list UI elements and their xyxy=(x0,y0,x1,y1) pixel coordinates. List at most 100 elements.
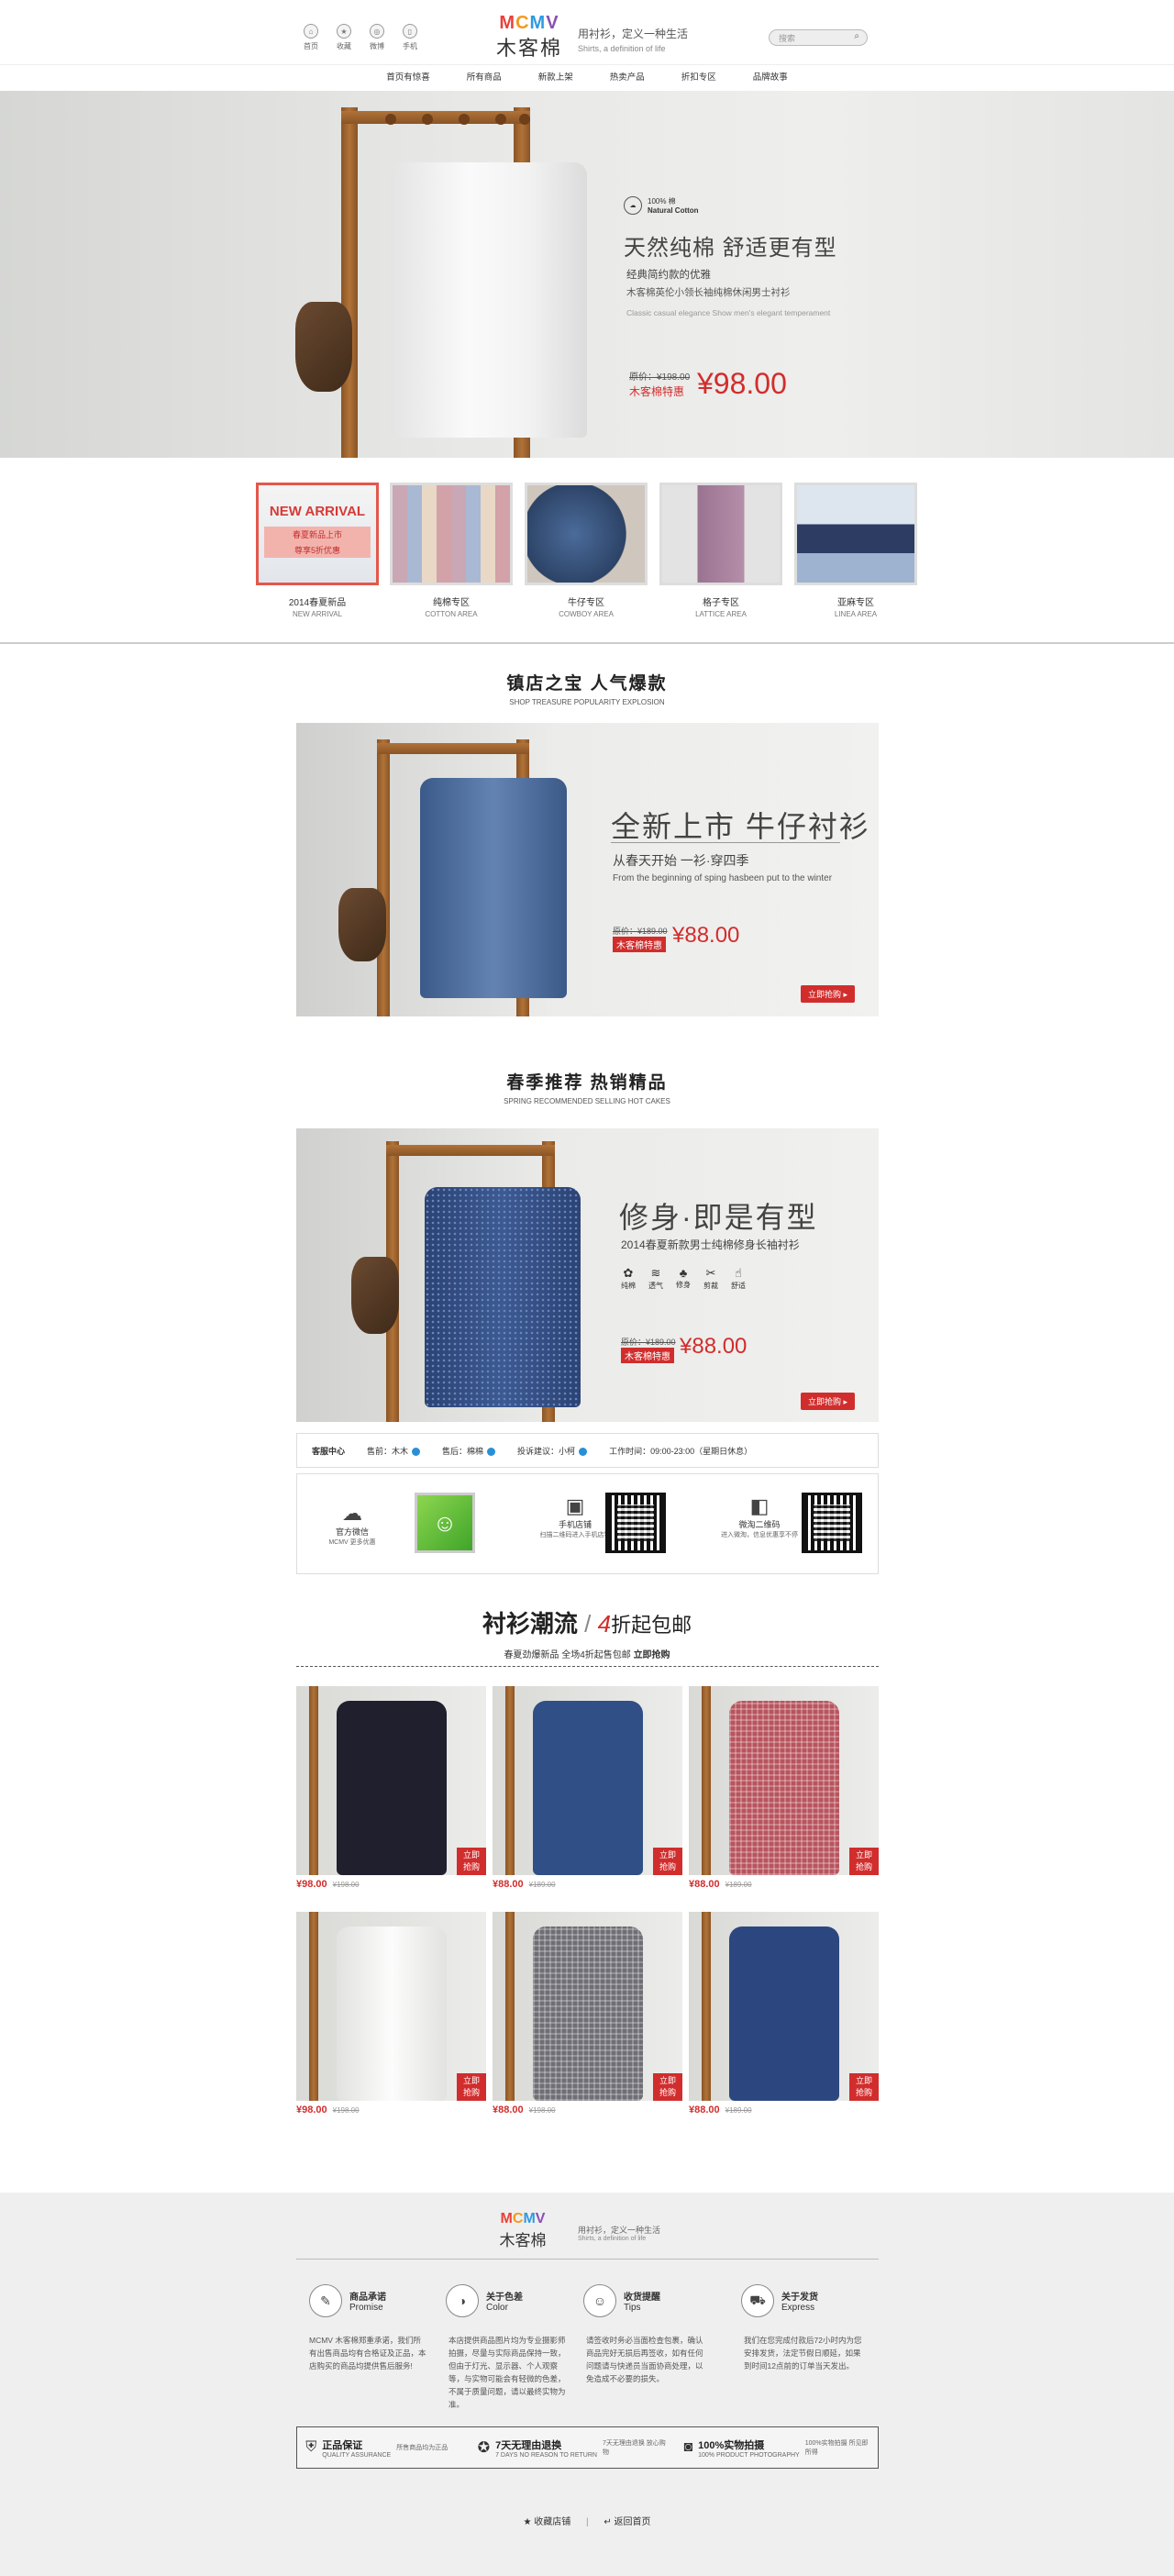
weibo-label: 微博 xyxy=(370,42,384,50)
product-card[interactable]: 立即 抢购 xyxy=(493,1686,682,1875)
top-icon-bar: ⌂ 首页 ★ 收藏 ◎ 微博 ▯ 手机 xyxy=(299,24,422,51)
category-label[interactable]: 纯棉专区 COTTON AREA xyxy=(390,594,513,618)
footer-logo[interactable]: MCMV 木客棉 xyxy=(477,2211,569,2250)
presale-text: 售前：木木 xyxy=(367,1446,409,1456)
service-label: 客服中心 xyxy=(312,1446,346,1456)
nav-item-home[interactable]: 首页有惊喜 xyxy=(368,65,449,90)
product-price: ¥88.00 ¥189.00 xyxy=(689,1879,752,1890)
product-card[interactable]: 立即 抢购 xyxy=(296,1912,486,2101)
feature-cut: ✂ 剪裁 xyxy=(703,1266,718,1291)
return-icon: ↵ xyxy=(604,2517,615,2527)
weitao-qr-code[interactable] xyxy=(802,1493,862,1553)
header-slogan: 用衬衫，定义一种生活 Shirts, a definition of life xyxy=(578,26,688,53)
product-card[interactable]: 立即 抢购 xyxy=(689,1686,879,1875)
tips-icon: ☺ xyxy=(583,2284,616,2317)
category-tile-cotton[interactable] xyxy=(390,483,513,585)
guarantee-title: 7天无理由退换 xyxy=(495,2439,562,2451)
product-buy-button[interactable]: 立即 抢购 xyxy=(457,2073,486,2101)
service-aftersale[interactable]: 售后：棉棉 xyxy=(442,1445,496,1457)
hero-title: 天然纯棉 舒适更有型 xyxy=(624,236,837,261)
product-original-price: ¥189.00 xyxy=(725,1881,752,1889)
footer-slogan: 用衬衫，定义一种生活 Shirts, a definition of life xyxy=(578,2224,660,2242)
nav-item-all[interactable]: 所有商品 xyxy=(449,65,520,90)
category-label[interactable]: 格子专区 LATTICE AREA xyxy=(659,594,782,618)
category-label[interactable]: 亚麻专区 LINEA AREA xyxy=(794,594,917,618)
promise-icon: ✎ xyxy=(309,2284,342,2317)
nav-item-hot[interactable]: 热卖产品 xyxy=(592,65,663,90)
banner2-buy-button[interactable]: 立即抢购 ▸ xyxy=(801,1393,856,1410)
nav-item-brand[interactable]: 品牌故事 xyxy=(735,65,806,90)
hero-banner[interactable]: ☁ 100% 棉 Natural Cotton 天然纯棉 舒适更有型 经典简约款的… xyxy=(0,91,1174,458)
mobile-shop-qr-code[interactable] xyxy=(605,1493,666,1553)
weibo-link[interactable]: ◎ 微博 xyxy=(365,24,389,51)
slim-banner[interactable]: 修身·即是有型 2014春夏新款男士纯棉修身长袖衬衫 ✿ 纯棉 ≋ 透气 ♣ 修身 ✂… xyxy=(296,1128,879,1422)
promo-sub-link[interactable]: 立即抢购 xyxy=(634,1650,670,1660)
category-tile-linen[interactable] xyxy=(794,483,917,585)
nav-item-new[interactable]: 新款上架 xyxy=(520,65,592,90)
home-icon: ⌂ xyxy=(304,24,318,39)
feature-label: 纯棉 xyxy=(621,1282,636,1290)
qr-subtitle: MCMV 更多优惠 xyxy=(328,1539,376,1546)
section-title-text: 镇店之宝 人气爆款 xyxy=(506,674,668,694)
chat-icon[interactable] xyxy=(412,1447,421,1456)
product-buy-button[interactable]: 立即 抢购 xyxy=(653,1848,682,1875)
guarantee-title-en: QUALITY ASSURANCE xyxy=(322,2451,392,2459)
category-label[interactable]: 2014春夏新品 NEW ARRIVAL xyxy=(256,594,379,618)
service-presale[interactable]: 售前：木木 xyxy=(367,1445,421,1457)
home-link[interactable]: ⌂ 首页 xyxy=(299,24,323,51)
search-placeholder: 搜索 xyxy=(779,34,796,43)
guarantee-photo: ◙ 100%实物拍摄 100% PRODUCT PHOTOGRAPHY 100%实物拍… xyxy=(683,2437,869,2459)
logo-text-cn: 木客棉 xyxy=(495,37,562,60)
rack-peg xyxy=(495,114,506,125)
section-title-text: 春季推荐 热销精品 xyxy=(506,1073,668,1093)
footer-feature-text: 本店提供商品图片均为专业摄影师拍摄，尽量与实际商品保持一致，但由于灯光、显示器、… xyxy=(449,2336,566,2409)
product-buy-button[interactable]: 立即 抢购 xyxy=(849,2073,879,2101)
favorite-shop-link[interactable]: ★ 收藏店铺 xyxy=(523,2517,570,2527)
footer-slogan-en: Shirts, a definition of life xyxy=(578,2236,647,2242)
product-card[interactable]: 立即 抢购 xyxy=(296,1686,486,1875)
category-tile-cowboy[interactable] xyxy=(525,483,648,585)
category-tile-lattice[interactable] xyxy=(659,483,782,585)
favorite-link[interactable]: ★ 收藏 xyxy=(332,24,356,51)
banner1-buy-button[interactable]: 立即抢购 ▸ xyxy=(801,985,856,1003)
product-card[interactable]: 立即 抢购 xyxy=(493,1912,682,2101)
category-tile-new[interactable]: NEW ARRIVAL 春夏新品上市 尊享5折优惠 xyxy=(256,483,379,585)
denim-banner[interactable]: 全新上市 牛仔衬衫 从春天开始 一衫·穿四季 From the beginnin… xyxy=(296,723,879,1016)
chat-icon[interactable] xyxy=(487,1447,496,1456)
banner1-price: ¥88.00 xyxy=(672,923,740,948)
section-title-en: SHOP TREASURE POPULARITY EXPLOSION xyxy=(509,698,665,706)
category-label-en: NEW ARRIVAL xyxy=(292,610,343,618)
chat-icon[interactable] xyxy=(579,1447,588,1456)
leather-bag xyxy=(351,1257,399,1334)
mobile-link[interactable]: ▯ 手机 xyxy=(398,24,422,51)
polka-shirt-image xyxy=(425,1187,581,1407)
banner1-original-price: 原价：¥189.00 xyxy=(613,927,668,936)
product-card[interactable]: 立即 抢购 xyxy=(689,1912,879,2101)
product-buy-button[interactable]: 立即 抢购 xyxy=(457,1848,486,1875)
qr-title: 微淘二维码 xyxy=(738,1520,781,1529)
rack-post xyxy=(702,1686,711,1875)
guarantee-note: 所售商品均为正品 xyxy=(396,2445,449,2451)
service-complaint[interactable]: 投诉建议：小柯 xyxy=(517,1445,588,1457)
wechat-icon: ☁ xyxy=(342,1502,362,1525)
rack-post-left xyxy=(377,739,390,1016)
product-shirt-image xyxy=(729,1701,839,1875)
main-nav: 首页有惊喜 所有商品 新款上架 热卖产品 折扣专区 品牌故事 xyxy=(0,64,1174,90)
product-buy-button[interactable]: 立即 抢购 xyxy=(653,2073,682,2101)
guarantee-authentic: ⛨ 正品保证 QUALITY ASSURANCE 所售商品均为正品 xyxy=(305,2437,460,2459)
category-label[interactable]: 牛仔专区 COWBOY AREA xyxy=(525,594,648,618)
search-input[interactable]: 搜索 ⌕ xyxy=(769,29,868,46)
banner2-original-price: 原价：¥189.00 xyxy=(621,1338,676,1347)
product-shirt-image xyxy=(337,1701,447,1875)
logo[interactable]: MCMV 木客棉 xyxy=(495,13,563,61)
feature-breathable: ≋ 透气 xyxy=(648,1266,663,1291)
product-buy-button[interactable]: 立即 抢购 xyxy=(849,1848,879,1875)
back-home-link[interactable]: ↵ 返回首页 xyxy=(604,2517,650,2527)
wechat-logo-icon[interactable]: ☺ xyxy=(415,1493,475,1553)
nav-item-discount[interactable]: 折扣专区 xyxy=(663,65,735,90)
rack-peg xyxy=(459,114,470,125)
search-icon[interactable]: ⌕ xyxy=(854,31,859,41)
rack-bar xyxy=(377,743,529,754)
rack-peg xyxy=(385,114,396,125)
denim-shirts-image xyxy=(527,485,645,583)
